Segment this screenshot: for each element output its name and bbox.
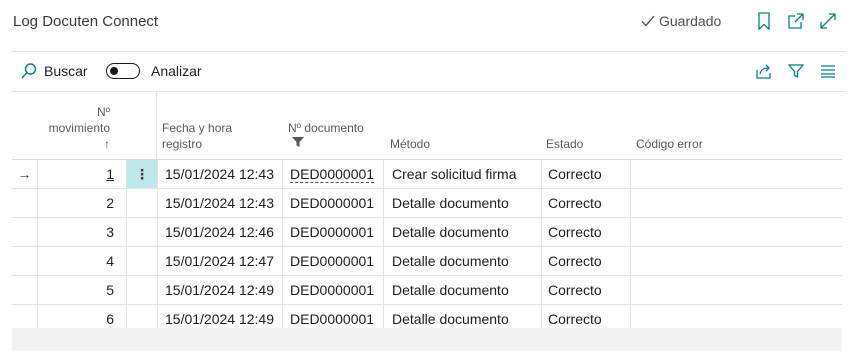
cell-metodo[interactable]: Detalle documento — [383, 276, 541, 304]
analyze-label: Analizar — [151, 63, 202, 79]
cell-documento[interactable]: DED0000001 — [282, 160, 383, 188]
row-selected-arrow-icon: → — [17, 166, 32, 182]
cell-codigo-error[interactable] — [630, 247, 842, 275]
list-view-icon[interactable] — [819, 64, 837, 78]
cell-codigo-error[interactable] — [630, 160, 842, 188]
cell-documento[interactable]: DED0000001 — [282, 276, 383, 304]
page-title: Log Docuten Connect — [13, 13, 159, 30]
header-fecha[interactable]: Fecha y hora registro — [162, 120, 232, 152]
table-row[interactable]: → 1 ⋮ 15/01/2024 12:43 DED0000001 Crear … — [12, 159, 842, 189]
filter-icon[interactable] — [787, 62, 805, 80]
row-actions-cell[interactable] — [126, 247, 157, 275]
cell-estado[interactable]: Correcto — [541, 247, 630, 275]
cell-num[interactable]: 2 — [37, 189, 126, 217]
grid-rows: → 1 ⋮ 15/01/2024 12:43 DED0000001 Crear … — [12, 159, 842, 334]
open-in-new-window-icon[interactable] — [786, 11, 806, 31]
cell-codigo-error[interactable] — [630, 189, 842, 217]
cell-estado[interactable]: Correcto — [541, 218, 630, 246]
row-actions-cell[interactable] — [126, 189, 157, 217]
cell-documento[interactable]: DED0000001 — [282, 189, 383, 217]
actionbar-divider — [12, 91, 846, 92]
header-metodo[interactable]: Método — [390, 136, 430, 152]
cell-codigo-error[interactable] — [630, 218, 842, 246]
expand-icon[interactable] — [818, 11, 838, 31]
search-label: Buscar — [44, 63, 88, 79]
row-actions-cell[interactable] — [126, 276, 157, 304]
header-column-divider — [156, 91, 157, 159]
checkmark-icon — [641, 15, 655, 27]
cell-num[interactable]: 1 — [37, 160, 126, 188]
share-icon[interactable] — [754, 62, 774, 80]
cell-metodo[interactable]: Detalle documento — [383, 218, 541, 246]
table-row[interactable]: 3 15/01/2024 12:46 DED0000001 Detalle do… — [12, 218, 842, 247]
row-actions-button[interactable]: ⋮ — [126, 160, 157, 188]
header-estado[interactable]: Estado — [546, 136, 583, 152]
cell-metodo[interactable]: Crear solicitud firma — [383, 160, 541, 188]
cell-fecha[interactable]: 15/01/2024 12:43 — [157, 189, 282, 217]
table-row[interactable]: 4 15/01/2024 12:47 DED0000001 Detalle do… — [12, 247, 842, 276]
search-icon — [21, 63, 37, 79]
cell-metodo[interactable]: Detalle documento — [383, 189, 541, 217]
cell-num[interactable]: 5 — [37, 276, 126, 304]
bookmark-icon[interactable] — [756, 11, 772, 31]
header-documento[interactable]: Nº documento — [288, 120, 364, 148]
cell-num[interactable]: 3 — [37, 218, 126, 246]
table-row[interactable]: 2 15/01/2024 12:43 DED0000001 Detalle do… — [12, 189, 842, 218]
row-arrow-cell — [12, 247, 37, 275]
header-fecha-line2: registro — [162, 137, 203, 151]
saved-status-label: Guardado — [659, 13, 722, 29]
row-actions-cell[interactable] — [126, 218, 157, 246]
row-arrow-cell — [12, 276, 37, 304]
row-arrow-cell — [12, 189, 37, 217]
analyze-toggle[interactable]: Analizar — [106, 63, 202, 79]
cell-num[interactable]: 4 — [37, 247, 126, 275]
row-arrow-cell — [12, 218, 37, 246]
cell-estado[interactable]: Correcto — [541, 189, 630, 217]
toggle-switch[interactable] — [106, 63, 140, 79]
grid-footer — [12, 328, 842, 351]
cell-documento[interactable]: DED0000001 — [282, 247, 383, 275]
toggle-knob — [110, 66, 118, 75]
filter-applied-icon — [292, 137, 304, 147]
saved-status: Guardado — [640, 13, 721, 29]
cell-estado[interactable]: Correcto — [541, 160, 630, 188]
cell-fecha[interactable]: 15/01/2024 12:46 — [157, 218, 282, 246]
cell-estado[interactable]: Correcto — [541, 276, 630, 304]
header-fecha-line1: Fecha y hora — [162, 121, 233, 135]
cell-codigo-error[interactable] — [630, 276, 842, 304]
search-button[interactable]: Buscar — [20, 62, 88, 80]
sort-ascending-icon: ↑ — [104, 137, 110, 151]
header-num-line2: movimiento — [48, 121, 110, 135]
cell-fecha[interactable]: 15/01/2024 12:47 — [157, 247, 282, 275]
cell-fecha[interactable]: 15/01/2024 12:43 — [157, 160, 282, 188]
header-divider — [12, 51, 846, 52]
header-num-line1: Nº — [96, 105, 110, 119]
header-num-movimiento[interactable]: Nº movimiento ↑ — [37, 104, 110, 152]
header-codigo-error[interactable]: Código error — [636, 136, 703, 152]
cell-metodo[interactable]: Detalle documento — [383, 247, 541, 275]
header-documento-label: Nº documento — [288, 121, 364, 135]
cell-fecha[interactable]: 15/01/2024 12:49 — [157, 276, 282, 304]
cell-num-link[interactable]: 1 — [106, 166, 114, 182]
table-row[interactable]: 5 15/01/2024 12:49 DED0000001 Detalle do… — [12, 276, 842, 305]
cell-documento[interactable]: DED0000001 — [282, 218, 383, 246]
cell-documento-text[interactable]: DED0000001 — [290, 166, 375, 183]
